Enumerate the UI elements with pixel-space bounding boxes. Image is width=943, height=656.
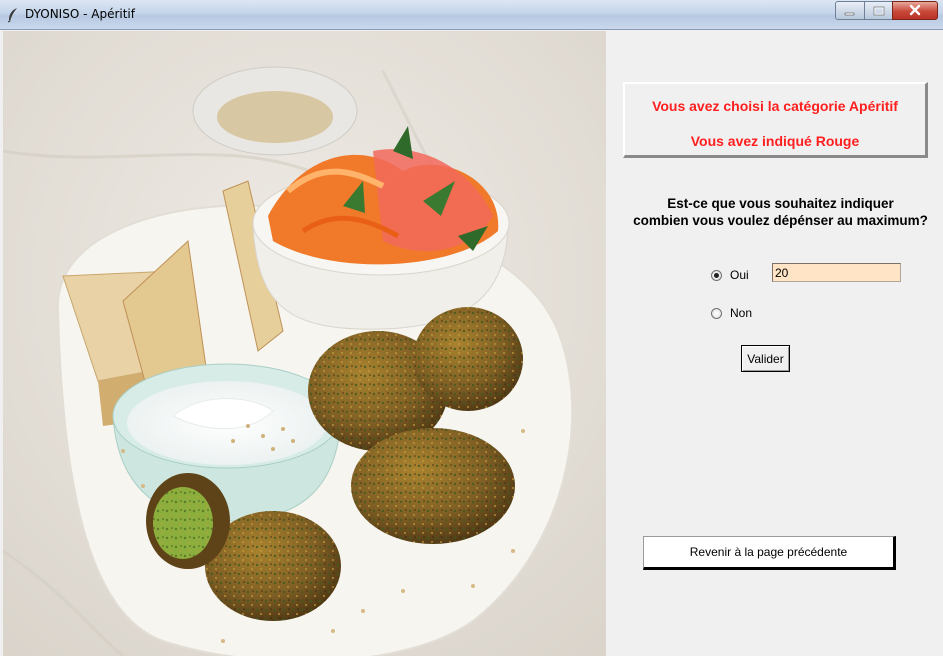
window-title: DYONISO - Apéritif [25, 7, 135, 21]
selection-summary-box: Vous avez choisi la catégorie Apéritif V… [623, 82, 928, 158]
radio-non-label: Non [730, 306, 753, 320]
maximize-button[interactable] [864, 1, 893, 20]
question-line-1: Est-ce que vous souhaitez indiquer [667, 196, 894, 211]
title-bar: DYONISO - Apéritif [0, 0, 943, 30]
close-icon [908, 1, 922, 20]
food-photo [3, 31, 606, 656]
question-line-2: combien vous voulez dépénser au maximum? [633, 213, 928, 228]
radio-oui-label: Oui [730, 268, 749, 282]
radio-non[interactable]: Non [711, 306, 752, 320]
category-message: Vous avez choisi la catégorie Apéritif [652, 98, 898, 114]
radio-button-icon[interactable] [711, 269, 722, 281]
validate-button[interactable]: Valider [741, 345, 790, 372]
close-button[interactable] [892, 1, 938, 20]
color-message: Vous avez indiqué Rouge [690, 133, 860, 149]
budget-question: Est-ce que vous souhaitez indiquer combi… [618, 195, 943, 229]
radio-oui[interactable]: Oui [711, 268, 749, 282]
minimize-button[interactable] [835, 1, 865, 20]
maximize-icon [873, 1, 885, 20]
feather-icon [6, 7, 20, 23]
back-button[interactable]: Revenir à la page précédente [643, 536, 896, 570]
radio-button-icon[interactable] [711, 307, 722, 319]
minimize-icon [844, 1, 856, 20]
max-amount-input[interactable] [772, 263, 901, 282]
